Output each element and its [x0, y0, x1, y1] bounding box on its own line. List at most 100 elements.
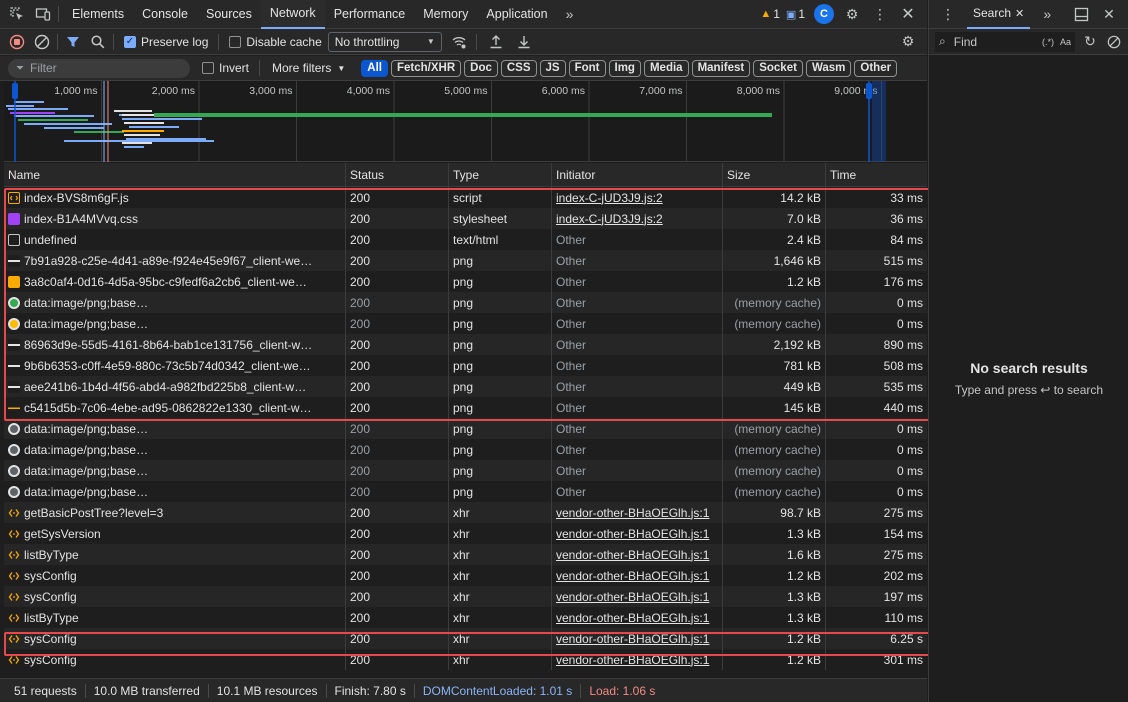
table-row[interactable]: index-B1A4MVvq.css 200 stylesheet index-C-j… [4, 208, 927, 229]
column-header-name[interactable]: Name [4, 163, 346, 187]
cell-size: 1.3 kB [723, 523, 826, 544]
regex-toggle[interactable]: (.*) [1042, 37, 1054, 47]
network-conditions-icon[interactable] [448, 31, 470, 53]
table-row[interactable]: sysConfig 200 xhr vendor-other-BHaOEGlh.js:… [4, 649, 927, 670]
warnings-badge[interactable]: ▲ 1 ▣ 1 [760, 7, 805, 21]
more-tabs-icon[interactable]: » [1036, 3, 1058, 25]
request-initiator[interactable]: vendor-other-BHaOEGlh.js:1 [556, 653, 709, 667]
table-row[interactable]: data:image/png;base… 200 png Other (memory c… [4, 313, 927, 334]
filter-chip-font[interactable]: Font [568, 59, 606, 77]
table-row[interactable]: getBasicPostTree?level=3 200 xhr vendor-oth… [4, 502, 927, 523]
close-drawer-icon[interactable]: ✕ [1098, 3, 1120, 25]
inspect-element-icon[interactable] [6, 3, 28, 25]
dock-side-icon[interactable] [1070, 3, 1092, 25]
filter-chip-doc[interactable]: Doc [464, 59, 498, 77]
throttling-select[interactable]: No throttling ▼ [327, 31, 442, 52]
kebab-menu-icon[interactable]: ⋮ [869, 3, 891, 25]
filter-funnel-icon[interactable] [62, 31, 84, 53]
clear-icon[interactable] [31, 31, 53, 53]
tab-elements[interactable]: Elements [63, 0, 133, 29]
filter-chip-media[interactable]: Media [643, 59, 689, 77]
filter-chip-fetch-xhr[interactable]: Fetch/XHR [390, 59, 462, 77]
request-initiator[interactable]: vendor-other-BHaOEGlh.js:1 [556, 611, 709, 625]
tab-application[interactable]: Application [477, 0, 556, 29]
table-row[interactable]: c5415d5b-7c06-4ebe-ad95-0862822e1330_cli… [4, 397, 927, 418]
table-row[interactable]: data:image/png;base… 200 png Other (memory c… [4, 418, 927, 439]
table-row[interactable]: 9b6b6353-c0ff-4e59-880c-73c5b74d0342_cli… [4, 355, 927, 376]
tab-memory[interactable]: Memory [414, 0, 477, 29]
tab-performance[interactable]: Performance [325, 0, 415, 29]
tab-network[interactable]: Network [260, 0, 325, 29]
filter-chip-manifest[interactable]: Manifest [691, 59, 751, 77]
no-results-hint: Type and press ↩ to search [954, 383, 1104, 397]
filter-chip-wasm[interactable]: Wasm [805, 59, 852, 77]
column-header-size[interactable]: Size [723, 163, 826, 187]
request-initiator[interactable]: vendor-other-BHaOEGlh.js:1 [556, 506, 709, 520]
stop-recording-icon[interactable] [6, 31, 28, 53]
table-row[interactable]: data:image/png;base… 200 png Other (memory c… [4, 481, 927, 502]
table-row[interactable]: listByType 200 xhr vendor-other-BHaOEGlh.js… [4, 607, 927, 628]
invert-checkbox[interactable]: Invert [202, 61, 249, 75]
filter-input[interactable]: ⏷ Filter [8, 58, 190, 78]
more-tabs-icon[interactable]: » [559, 3, 581, 25]
search-icon[interactable] [87, 31, 109, 53]
column-header-initiator[interactable]: Initiator [552, 163, 723, 187]
match-case-toggle[interactable]: Aa [1060, 37, 1071, 47]
table-row[interactable]: 3a8c0af4-0d16-4d5a-95bc-c9fedf6a2cb6_cli… [4, 271, 927, 292]
request-initiator[interactable]: vendor-other-BHaOEGlh.js:1 [556, 569, 709, 583]
request-initiator[interactable]: vendor-other-BHaOEGlh.js:1 [556, 548, 709, 562]
table-row[interactable]: data:image/png;base… 200 png Other (memory c… [4, 292, 927, 313]
cell-name: 9b6b6353-c0ff-4e59-880c-73c5b74d0342_cli… [4, 355, 346, 376]
request-status: 200 [350, 274, 371, 289]
refresh-icon[interactable]: ↻ [1079, 31, 1101, 53]
table-row[interactable]: sysConfig 200 xhr vendor-other-BHaOEGlh.js:… [4, 586, 927, 607]
table-row[interactable]: getSysVersion 200 xhr vendor-other-BHaOEGlh… [4, 523, 927, 544]
filter-chip-all[interactable]: All [361, 59, 388, 77]
column-header-type[interactable]: Type [449, 163, 552, 187]
tab-sources[interactable]: Sources [197, 0, 261, 29]
device-toolbar-icon[interactable] [32, 3, 54, 25]
column-header-status[interactable]: Status [346, 163, 449, 187]
table-row[interactable]: undefined 200 text/html Other 2.4 kB 84 ms [4, 229, 927, 250]
table-row[interactable]: data:image/png;base… 200 png Other (memory c… [4, 439, 927, 460]
filter-chip-img[interactable]: Img [608, 59, 641, 77]
preserve-log-checkbox[interactable]: ✓ Preserve log [124, 35, 208, 49]
tab-search[interactable]: Search ✕ [967, 0, 1031, 29]
table-row[interactable]: listByType 200 xhr vendor-other-BHaOEGlh.js… [4, 544, 927, 565]
filter-chip-other[interactable]: Other [854, 59, 898, 77]
settings-gear-icon[interactable]: ⚙ [841, 3, 863, 25]
request-initiator[interactable]: vendor-other-BHaOEGlh.js:1 [556, 527, 709, 541]
request-initiator[interactable]: index-C-jUD3J9.js:2 [556, 212, 663, 226]
table-row[interactable]: 7b91a928-c25e-4d41-a89e-f924e45e9f67_cli… [4, 250, 927, 271]
tab-console[interactable]: Console [133, 0, 197, 29]
import-har-icon[interactable] [485, 31, 507, 53]
table-body: index-BVS8m6gF.js 200 script index-C-jUD3J9… [4, 187, 927, 670]
table-row[interactable]: aee241b6-1b4d-4f56-abd4-a982fbd225b8_cli… [4, 376, 927, 397]
export-har-icon[interactable] [513, 31, 535, 53]
request-initiator: Other [556, 463, 587, 478]
filter-chip-socket[interactable]: Socket [753, 59, 803, 77]
more-filters-dropdown[interactable]: More filters ▼ [272, 61, 345, 75]
request-initiator[interactable]: index-C-jUD3J9.js:2 [556, 191, 663, 205]
extension-icon[interactable]: C [813, 3, 835, 25]
table-row[interactable]: index-BVS8m6gF.js 200 script index-C-jUD3J9… [4, 187, 927, 208]
kebab-menu-icon[interactable]: ⋮ [937, 3, 959, 25]
clear-search-icon[interactable] [1103, 31, 1125, 53]
table-row[interactable]: 86963d9e-55d5-4161-8b64-bab1ce131756_cli… [4, 334, 927, 355]
column-header-time[interactable]: Time [826, 163, 927, 187]
network-settings-gear-icon[interactable]: ⚙ [897, 31, 919, 53]
close-tab-icon[interactable]: ✕ [1015, 7, 1024, 20]
request-name: data:image/png;base… [24, 421, 149, 436]
table-row[interactable]: sysConfig 200 xhr vendor-other-BHaOEGlh.js:… [4, 628, 927, 649]
cell-time: 154 ms [826, 523, 927, 544]
filter-chip-js[interactable]: JS [539, 59, 566, 77]
table-row[interactable]: sysConfig 200 xhr vendor-other-BHaOEGlh.js:… [4, 565, 927, 586]
filter-chip-css[interactable]: CSS [500, 59, 537, 77]
table-row[interactable]: data:image/png;base… 200 png Other (memory c… [4, 460, 927, 481]
search-input[interactable]: ⌕ Find (.*) Aa [935, 31, 1075, 52]
disable-cache-checkbox[interactable]: Disable cache [229, 35, 322, 49]
request-initiator[interactable]: vendor-other-BHaOEGlh.js:1 [556, 632, 709, 646]
close-devtools-icon[interactable]: ✕ [897, 3, 919, 25]
overview-timeline[interactable]: 1,000 ms 2,000 ms 3,000 ms 4,000 ms 5,000 ms… [4, 81, 927, 162]
request-initiator[interactable]: vendor-other-BHaOEGlh.js:1 [556, 590, 709, 604]
